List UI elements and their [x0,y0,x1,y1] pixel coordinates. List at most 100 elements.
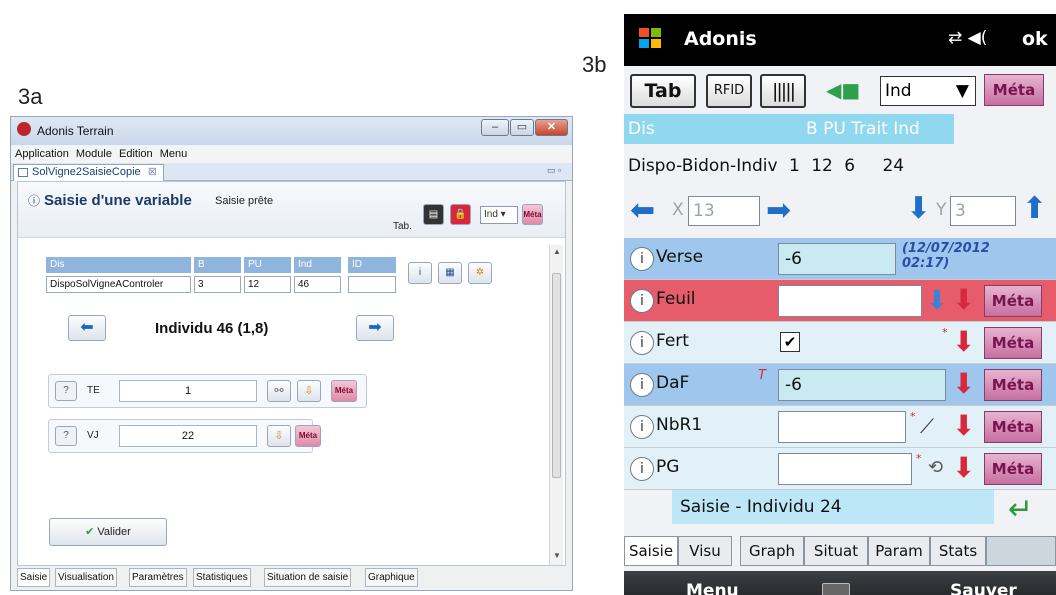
link-icon[interactable]: ⚯ [267,380,291,402]
scrollbar-thumb[interactable] [552,273,561,478]
variable-input[interactable] [778,411,906,443]
meta-button[interactable]: Méta [984,369,1042,401]
menu-module[interactable]: Module [76,145,112,163]
tab-situation[interactable]: Situation de saisie [264,568,352,587]
red-down-arrow-icon[interactable]: ⬇ [952,412,975,440]
minimize-button[interactable]: – [481,119,509,136]
stairs-icon[interactable]: ⟋ [920,414,934,438]
meta-button[interactable]: Méta [331,380,357,402]
tab-statistiques[interactable]: Statistiques [193,568,251,587]
tab-close-icon[interactable]: ⊠ [148,166,157,178]
meta-button[interactable]: Méta [984,285,1042,317]
down-arrow-button[interactable]: ⇩ [267,425,291,447]
scroll-up-icon[interactable]: ▲ [553,247,561,256]
red-down-arrow-icon[interactable]: ⬇ [952,328,975,356]
connectivity-volume-icons: ⇄ ◀( [948,28,988,48]
calc-button[interactable]: ▦ [438,262,462,284]
saisie-status: Saisie - Individu 24 [672,490,994,524]
info-icon[interactable]: i [630,415,654,439]
document-tab[interactable]: SolVigne2SaisieCopie ⊠ [13,164,164,181]
ind-select[interactable]: Ind ▼ [880,76,976,106]
scroll-down-icon[interactable]: ▼ [553,551,561,560]
info-icon[interactable]: i [630,247,654,271]
tab-visualisation[interactable]: Visualisation [55,568,117,587]
variable-checkbox[interactable]: ✔ [780,332,800,352]
tab-parametres[interactable]: Paramètres [129,568,187,587]
x-right-arrow-icon[interactable]: ➡ [766,196,791,226]
variable-input[interactable] [778,285,922,317]
meta-button[interactable]: Méta [984,74,1044,106]
mtab-stats[interactable]: Stats [930,536,986,566]
menu-application[interactable]: Application [15,145,69,163]
row-trait: 6 [844,156,856,176]
menu-softkey[interactable]: Menu [686,581,739,595]
mobile-position-nav: ⬅ X 13 ➡ ⬇ Y 3 ⬆ [624,188,1056,234]
barcode-icon[interactable]: ||||| [760,74,806,108]
x-left-arrow-icon[interactable]: ⬅ [630,196,655,226]
rotate-icon[interactable]: ⟲ [928,457,943,478]
mtab-param[interactable]: Param [868,536,930,566]
window-title: Adonis Terrain [37,124,114,138]
help-icon[interactable]: ? [55,426,77,446]
meta-button[interactable]: Méta [295,425,321,447]
x-input[interactable]: 13 [688,196,760,226]
maximize-button[interactable]: ▭ [510,119,534,136]
info-icon[interactable]: i [630,289,654,313]
tab-graphique[interactable]: Graphique [365,568,418,587]
blue-down-arrow-icon[interactable]: ⬇ [926,286,948,316]
vertical-scrollbar[interactable]: ▲ ▼ [549,245,563,565]
help-icon[interactable]: ? [55,381,77,401]
red-down-arrow-icon[interactable]: ⬇ [952,454,975,482]
red-down-arrow-icon[interactable]: ⬇ [952,370,975,398]
tab-button[interactable]: Tab [630,74,696,108]
ok-button[interactable]: ok [1022,28,1048,50]
variable-input[interactable]: -6 [778,243,896,275]
meta-button[interactable]: Méta [984,453,1042,485]
grid-value-b[interactable]: 3 [194,276,241,293]
validate-button[interactable]: ✔ Valider [49,518,167,546]
down-arrow-button[interactable]: ⇩ [297,380,321,402]
grid-value-id[interactable] [348,276,396,293]
save-softkey[interactable]: Sauver [950,581,1017,595]
y-up-arrow-icon[interactable]: ⬆ [1022,194,1047,224]
info-icon[interactable]: i [630,457,654,481]
rfid-icon[interactable]: RFID [706,74,752,108]
y-down-arrow-icon[interactable]: ⬇ [906,194,931,224]
ind-select[interactable]: Ind ▾ [480,206,518,224]
keyboard-icon[interactable] [822,583,850,595]
variable-input[interactable]: 22 [119,425,257,447]
mtab-graph[interactable]: Graph [740,536,804,566]
panel-restore-icon[interactable]: ▭ ▫ [547,165,561,176]
grid-value-dis[interactable]: DispoSolVigneAControler [46,276,191,293]
enter-return-icon[interactable]: ↵ [1008,492,1033,527]
prev-individual-button[interactable]: ⬅ [68,315,106,341]
lock-icon[interactable]: 🔒 [450,204,471,225]
window-titlebar[interactable]: Adonis Terrain – ▭ ✕ [11,117,572,145]
grid-value-pu[interactable]: 12 [244,276,291,293]
menu-menu[interactable]: Menu [160,145,188,163]
row-dis: Dispo-Bidon-Indiv [628,156,778,176]
close-button[interactable]: ✕ [535,119,568,136]
info-icon[interactable]: i [630,331,654,355]
variable-input[interactable] [778,453,912,485]
menu-edition[interactable]: Edition [119,145,153,163]
mtab-saisie[interactable]: Saisie [624,536,678,566]
tab-saisie[interactable]: Saisie [17,568,51,587]
variable-input[interactable]: 1 [119,380,257,402]
info-button[interactable]: i [408,262,432,284]
meta-button[interactable]: Méta [522,204,543,225]
variable-input[interactable]: -6 [778,369,946,401]
next-individual-button[interactable]: ➡ [356,315,394,341]
info-icon[interactable]: i [630,373,654,397]
grid-value-ind[interactable]: 46 [294,276,341,293]
mtab-visu[interactable]: Visu [678,536,732,566]
red-down-arrow-icon[interactable]: ⬇ [952,286,975,314]
sync-icon[interactable]: ◀■ [826,78,860,102]
meta-button[interactable]: Méta [984,411,1042,443]
tablet-icon[interactable]: ▤ [423,204,444,225]
windows-logo-icon[interactable] [638,26,662,50]
y-input[interactable]: 3 [950,196,1016,226]
meta-button[interactable]: Méta [984,327,1042,359]
mtab-situat[interactable]: Situat [804,536,868,566]
settings-icon[interactable]: ✲ [468,262,492,284]
